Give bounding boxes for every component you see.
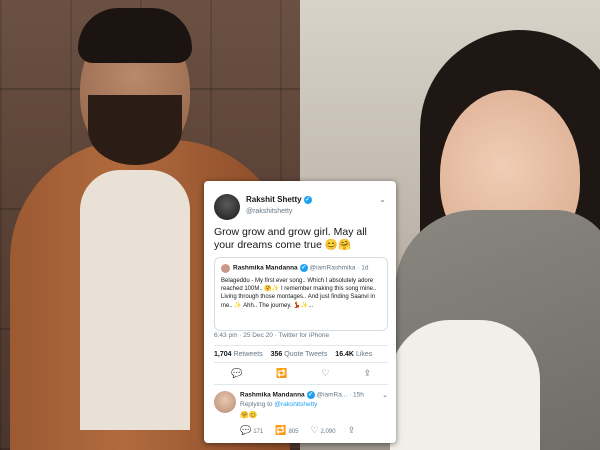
tweet-stats: 1,704 Retweets 356 Quote Tweets 16.4K Li… (214, 351, 378, 358)
quote-author: Rashmika Mandanna ✓ @iamRashmika · 1d (233, 264, 369, 272)
author-handle[interactable]: @rakshitshetty (246, 208, 292, 215)
reply-author[interactable]: Rashmika Mandanna ✓ @iamRa... · 15h (240, 391, 364, 399)
divider (214, 384, 388, 385)
chevron-down-icon[interactable]: ⌄ (379, 195, 386, 204)
author-name[interactable]: Rakshit Shetty ✓ (246, 195, 312, 204)
share-icon[interactable]: ⇪ (363, 368, 371, 379)
reply-icon[interactable]: 💬 (231, 368, 242, 379)
like-count: 2,090 (320, 429, 336, 435)
share-icon[interactable]: ⇪ (348, 425, 356, 436)
retweet-icon[interactable]: 🔁 805 (275, 425, 298, 436)
tweet-meta: 6:43 pm · 25 Dec 20 · Twitter for iPhone (214, 332, 330, 339)
retweet-icon[interactable]: 🔁 (276, 368, 287, 379)
action-bar: 💬 🔁 ♡ ⇪ (214, 366, 388, 380)
verified-icon: ✓ (306, 391, 315, 399)
chevron-down-icon[interactable]: ⌄ (382, 391, 388, 399)
replying-to: Replying to @rakshitshetty (240, 401, 318, 408)
reply-text: 🤗😊 (240, 412, 258, 419)
like-icon[interactable]: ♡ 2,090 (310, 425, 335, 436)
quote-avatar (221, 264, 230, 273)
retweet-count: 805 (288, 429, 299, 435)
reply-icon[interactable]: 💬 171 (240, 425, 263, 436)
divider (214, 362, 388, 363)
quote-label: Quote Tweets (284, 351, 328, 358)
reply-count: 171 (253, 429, 264, 435)
verified-icon: ✓ (299, 264, 308, 272)
tweet-card: Rakshit Shetty ✓ @rakshitshetty ⌄ Grow gr… (204, 181, 396, 443)
mention-link[interactable]: @rakshitshetty (274, 401, 317, 408)
quote-count[interactable]: 356 (271, 351, 283, 358)
reply-handle: @iamRa... · 15h (316, 391, 364, 399)
reply-avatar[interactable] (214, 391, 236, 413)
quote-text: Belageddu - My first ever song.. Which I… (221, 278, 377, 309)
like-icon[interactable]: ♡ (321, 368, 329, 379)
quote-handle: @iamRashmika · 1d (309, 264, 369, 272)
quoted-tweet[interactable]: Rashmika Mandanna ✓ @iamRashmika · 1d Bel… (214, 257, 388, 331)
reply-action-bar: 💬 171 🔁 805 ♡ 2,090 ⇪ (240, 425, 390, 436)
verified-icon: ✓ (303, 195, 312, 204)
man-hair (78, 8, 192, 63)
likes-label: Likes (355, 351, 373, 358)
tshirt (80, 170, 190, 430)
tweet-text: Grow grow and grow girl. May all your dr… (214, 226, 367, 251)
author-avatar[interactable] (214, 194, 240, 220)
sleeve (390, 320, 540, 450)
likes-count[interactable]: 16.4K (335, 351, 354, 358)
retweets-count[interactable]: 1,704 (214, 351, 232, 358)
man-beard (88, 95, 182, 165)
retweets-label: Retweets (233, 351, 263, 358)
divider (214, 345, 388, 346)
